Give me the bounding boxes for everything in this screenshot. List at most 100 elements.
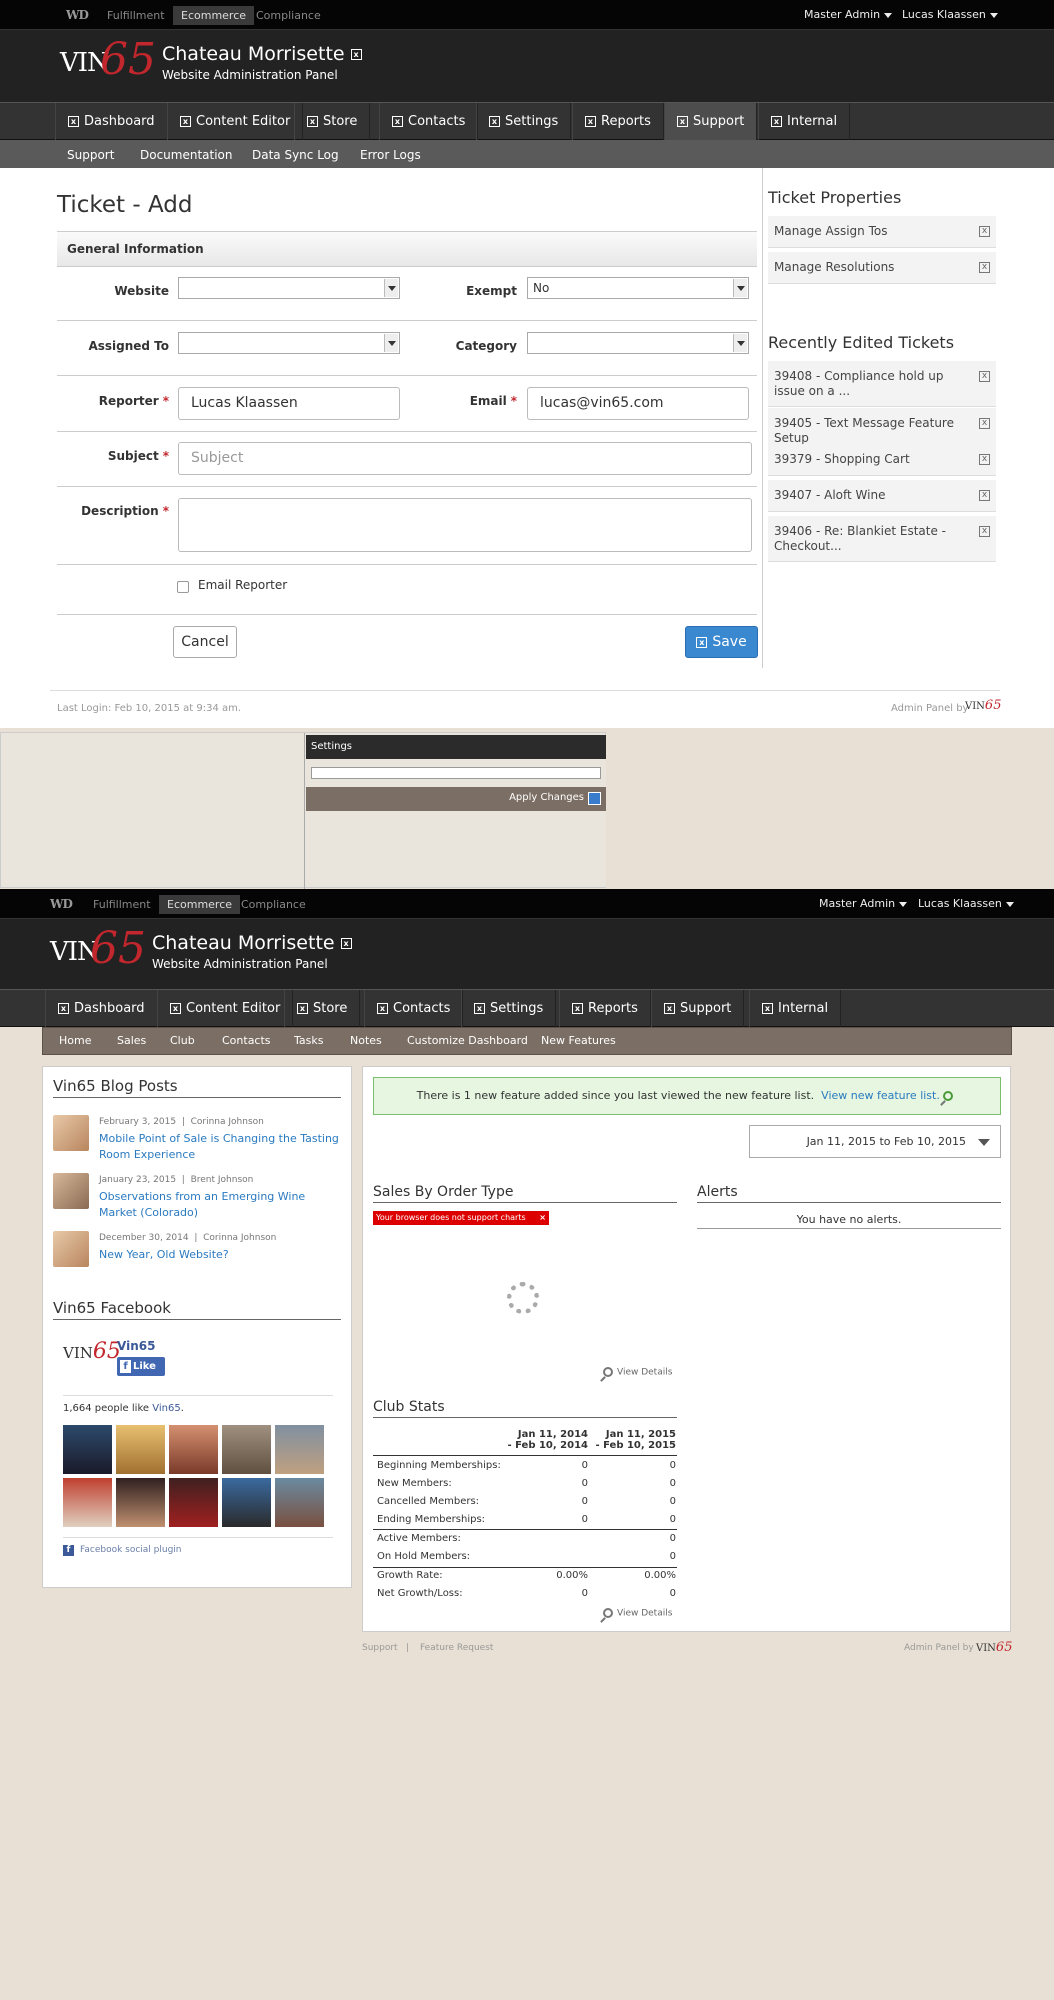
save-disk-icon[interactable]	[588, 792, 601, 805]
fan-photo[interactable]	[63, 1425, 112, 1474]
nav-reports[interactable]: x Reports	[572, 103, 664, 140]
nav-store[interactable]: x Store	[284, 990, 361, 1027]
view-details-link[interactable]: View Details	[603, 1367, 672, 1378]
fan-photo[interactable]	[275, 1425, 324, 1474]
fan-photo[interactable]	[169, 1478, 218, 1527]
site-title[interactable]: Chateau Morrisette x	[162, 43, 367, 65]
cancel-button[interactable]: Cancel	[173, 626, 237, 658]
footer-feature-request-link[interactable]: Feature Request	[420, 1643, 493, 1653]
settings-box: Settings Apply Changes	[306, 735, 606, 887]
fan-photo[interactable]	[222, 1425, 271, 1474]
subject-field[interactable]: Subject	[178, 442, 752, 475]
description-textarea[interactable]	[178, 498, 752, 552]
tab-ecommerce[interactable]: Ecommerce	[173, 6, 255, 25]
vin65-fb-logo[interactable]: VIN65	[63, 1339, 121, 1375]
dropdown-toggle-icon[interactable]: x	[350, 49, 362, 60]
nav-support[interactable]: x Support	[664, 103, 758, 140]
wd-logo[interactable]: WD	[50, 897, 73, 911]
post-link[interactable]: Observations from an Emerging Wine Marke…	[99, 1189, 344, 1221]
fan-photo[interactable]	[116, 1478, 165, 1527]
manage-assign-tos-link[interactable]: Manage Assign Tos x	[768, 216, 996, 248]
nav-internal[interactable]: x Internal	[749, 990, 842, 1027]
post-link[interactable]: New Year, Old Website?	[99, 1247, 344, 1263]
fb-like-button[interactable]: f Like	[117, 1357, 165, 1376]
vin65-logo-65[interactable]: 65	[100, 34, 156, 85]
close-icon[interactable]: ×	[539, 1211, 546, 1225]
subnav-customize-dashboard[interactable]: Customize Dashboard	[407, 1028, 528, 1054]
save-button[interactable]: x Save	[685, 626, 758, 658]
footer-support-link[interactable]: Support	[362, 1643, 398, 1653]
category-select[interactable]	[527, 332, 749, 354]
tab-ecommerce[interactable]: Ecommerce	[159, 895, 241, 914]
nav-dashboard[interactable]: x Dashboard	[55, 103, 168, 140]
view-feature-list-link[interactable]: View new feature list.	[821, 1089, 940, 1102]
vin65-footer-logo[interactable]: VIN65	[965, 698, 1001, 713]
exempt-select[interactable]: No	[527, 277, 749, 299]
fb-page-link[interactable]: Vin65	[152, 1403, 180, 1414]
fan-photo[interactable]	[116, 1425, 165, 1474]
post-link[interactable]: Mobile Point of Sale is Changing the Tas…	[99, 1131, 344, 1163]
fan-photo[interactable]	[222, 1478, 271, 1527]
dashboard-icon: x	[58, 1003, 69, 1014]
admin-panel-by: Admin Panel by	[904, 1643, 974, 1653]
subnav-sales[interactable]: Sales	[117, 1028, 146, 1054]
vin65-footer-logo[interactable]: VIN65	[976, 1640, 1012, 1655]
user-menu[interactable]: Lucas Klaassen	[918, 889, 1014, 919]
email-reporter-checkbox[interactable]	[177, 581, 189, 593]
assigned-to-select[interactable]	[178, 332, 400, 354]
dropdown-toggle-icon[interactable]: x	[340, 938, 352, 949]
nav-contacts[interactable]: x Contacts	[364, 990, 464, 1027]
user-menu[interactable]: Lucas Klaassen	[902, 0, 998, 30]
subnav-club[interactable]: Club	[170, 1028, 195, 1054]
tab-compliance[interactable]: Compliance	[233, 895, 314, 914]
recent-ticket-item[interactable]: 39407 - Aloft Wine x	[768, 480, 996, 512]
subnav-support[interactable]: Support	[67, 140, 114, 170]
nav-store[interactable]: x Store	[294, 103, 371, 140]
nav-settings[interactable]: x Settings	[461, 990, 557, 1027]
tab-fulfillment[interactable]: Fulfillment	[85, 895, 159, 914]
fan-photo[interactable]	[169, 1425, 218, 1474]
fan-photo[interactable]	[63, 1478, 112, 1527]
website-select[interactable]	[178, 277, 400, 299]
recent-ticket-label: 39406 - Re: Blankiet Estate - Checkout..…	[774, 524, 947, 553]
nav-content-editor[interactable]: x Content Editor	[157, 990, 294, 1027]
nav-reports[interactable]: x Reports	[559, 990, 651, 1027]
view-details-link[interactable]: View Details	[603, 1608, 672, 1619]
recent-ticket-item[interactable]: 39379 - Shopping Cart x	[768, 444, 996, 476]
subnav-tasks[interactable]: Tasks	[294, 1028, 323, 1054]
manage-resolutions-link[interactable]: Manage Resolutions x	[768, 252, 996, 284]
apply-changes-button[interactable]: Apply Changes	[509, 792, 584, 803]
subnav-new-features[interactable]: New Features	[541, 1028, 616, 1054]
nav-settings[interactable]: x Settings	[476, 103, 572, 140]
tab-fulfillment[interactable]: Fulfillment	[99, 6, 173, 25]
category-label: Category	[455, 339, 517, 353]
reporter-field[interactable]: Lucas Klaassen	[178, 387, 400, 420]
site-title[interactable]: Chateau Morrisette x	[152, 932, 357, 954]
tab-compliance[interactable]: Compliance	[248, 6, 329, 25]
subnav-home[interactable]: Home	[59, 1028, 91, 1054]
nav-contacts[interactable]: x Contacts	[379, 103, 479, 140]
fb-page-name[interactable]: Vin65	[117, 1339, 155, 1353]
recent-ticket-item[interactable]: 39406 - Re: Blankiet Estate - Checkout..…	[768, 516, 996, 562]
vin65-logo-65[interactable]: 65	[90, 923, 146, 974]
master-admin-menu[interactable]: Master Admin	[804, 0, 893, 30]
subnav-contacts[interactable]: Contacts	[222, 1028, 271, 1054]
date-range-select[interactable]: Jan 11, 2015 to Feb 10, 2015	[749, 1125, 1001, 1158]
master-admin-menu[interactable]: Master Admin	[819, 889, 908, 919]
nav-content-editor[interactable]: x Content Editor	[167, 103, 304, 140]
fan-photo[interactable]	[275, 1478, 324, 1527]
wd-logo[interactable]: WD	[66, 8, 89, 22]
exempt-label: Exempt	[466, 284, 517, 298]
nav-internal[interactable]: x Internal	[758, 103, 851, 140]
subnav-documentation[interactable]: Documentation	[140, 140, 233, 170]
stat-label: Cancelled Members:	[377, 1496, 480, 1507]
subnav-notes[interactable]: Notes	[350, 1028, 382, 1054]
email-field[interactable]: lucas@vin65.com	[527, 387, 749, 420]
settings-input[interactable]	[311, 767, 601, 779]
subnav-data-sync-log[interactable]: Data Sync Log	[252, 140, 339, 170]
recent-ticket-item[interactable]: 39408 - Compliance hold up issue on a ..…	[768, 361, 996, 407]
nav-dashboard[interactable]: x Dashboard	[45, 990, 158, 1027]
subnav-error-logs[interactable]: Error Logs	[360, 140, 421, 170]
fb-social-plugin-link[interactable]: Facebook social plugin	[80, 1545, 182, 1555]
nav-support[interactable]: x Support	[651, 990, 745, 1027]
